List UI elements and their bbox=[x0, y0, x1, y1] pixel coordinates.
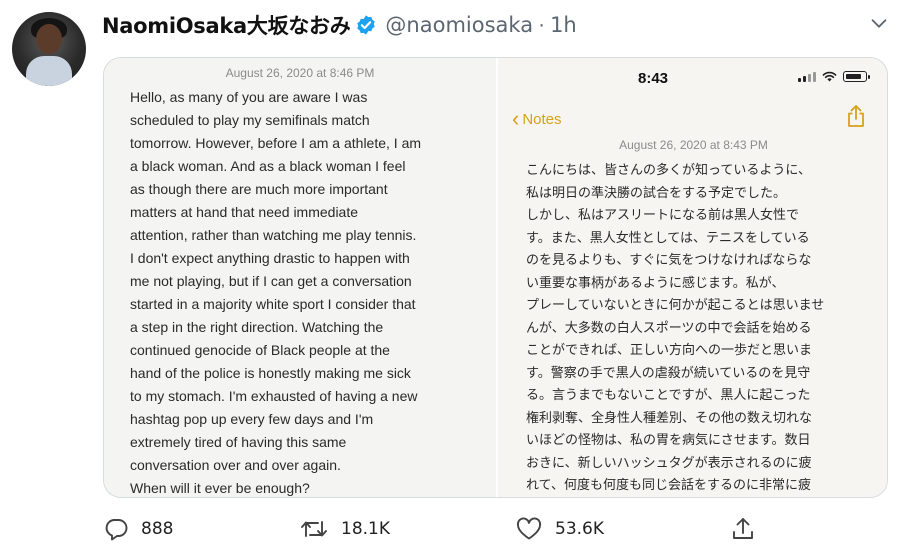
note-line: こんにちは、皆さんの多くが知っているように、 bbox=[526, 163, 811, 178]
tweet: NaomiOsaka大坂なおみ @naomiosaka · 1h August … bbox=[0, 0, 900, 560]
share-button[interactable] bbox=[731, 514, 755, 544]
note-line: continued genocide of Black people at th… bbox=[130, 342, 390, 358]
note-body-english: Hello, as many of you are aware I was sc… bbox=[130, 86, 482, 497]
note-line: hashtag pop up every few days and I'm bbox=[130, 411, 374, 427]
note-line: しかし、私はアスリートになる前は黒人女性で bbox=[526, 208, 800, 223]
note-line: る。言うまでもないことですが、黒人に起こった bbox=[526, 388, 811, 403]
notes-back-label: Notes bbox=[522, 110, 562, 128]
note-body-japanese: こんにちは、皆さんの多くが知っているように、 私は明日の準決勝の試合をする予定で… bbox=[526, 160, 866, 497]
note-line: のを見るよりも、すぐに気をつけなければならな bbox=[526, 253, 812, 268]
avatar-shirt bbox=[26, 56, 72, 86]
chevron-left-icon: ‹ bbox=[512, 106, 520, 131]
note-line: い重要な事柄があるように感じます。私が、 bbox=[526, 275, 785, 291]
note-line: as though there are much more important bbox=[130, 181, 388, 197]
status-bar-icons bbox=[798, 71, 870, 82]
note-line: す。また、黒人女性としては、テニスをしている bbox=[526, 230, 810, 246]
verified-badge-icon bbox=[357, 15, 376, 35]
note-line: conversation over and over again. bbox=[130, 457, 341, 473]
note-line: 権利剥奪、全身性人種差別、その他の数え切れな bbox=[526, 410, 813, 426]
note-line: おきに、新しいハッシュタグが表示されるのに疲 bbox=[526, 455, 812, 471]
note-line: attention, rather than watching me play … bbox=[130, 227, 417, 243]
note-line: matters at hand that need immediate bbox=[130, 204, 359, 220]
note-line: す。警察の手で黒人の虐殺が続いているのを見守 bbox=[526, 365, 811, 381]
reply-icon bbox=[105, 519, 128, 541]
note-line: a step in the right direction. Watching … bbox=[130, 319, 384, 335]
retweet-icon bbox=[301, 521, 327, 537]
reply-button[interactable]: 888 bbox=[103, 514, 173, 544]
timestamp[interactable]: 1h bbox=[550, 13, 577, 37]
note-line: a black woman. And as a black woman I fe… bbox=[130, 158, 406, 174]
note-line: Hello, as many of you are aware I was bbox=[130, 89, 368, 105]
note-line: んが、大多数の白人スポーツの中で会話を始める bbox=[526, 320, 812, 336]
note-date: August 26, 2020 at 8:43 PM bbox=[619, 138, 768, 152]
tweet-header: NaomiOsaka大坂なおみ @naomiosaka · 1h bbox=[102, 10, 577, 40]
share-icon[interactable] bbox=[846, 104, 866, 128]
note-line: me not playing, but if I can get a conve… bbox=[130, 273, 412, 289]
separator: · bbox=[538, 13, 546, 36]
note-line: to my stomach. I'm exhausted of having a… bbox=[130, 388, 418, 404]
chevron-down-icon[interactable] bbox=[868, 12, 890, 34]
like-button[interactable]: 53.6K bbox=[515, 514, 604, 544]
battery-icon bbox=[843, 71, 870, 82]
note-line: 私は明日の準決勝の試合をする予定でした。 bbox=[526, 185, 787, 201]
tweet-actions: 888 18.1K 53.6K bbox=[103, 514, 888, 544]
upload-share-icon bbox=[733, 518, 753, 539]
note-line: When will it ever be enough? bbox=[130, 480, 310, 496]
note-line: tomorrow. However, before I am a athlete… bbox=[130, 135, 422, 151]
retweet-button[interactable]: 18.1K bbox=[299, 514, 390, 544]
notes-back-button[interactable]: ‹ Notes bbox=[512, 108, 562, 130]
note-line: ことができれば、正しい方向への一歩だと思いま bbox=[526, 343, 813, 358]
handle[interactable]: @naomiosaka bbox=[385, 13, 533, 37]
retweet-count: 18.1K bbox=[341, 519, 390, 539]
reply-count: 888 bbox=[141, 519, 174, 539]
tweet-media[interactable]: August 26, 2020 at 8:46 PM Hello, as man… bbox=[103, 57, 888, 498]
wifi-icon bbox=[822, 71, 837, 82]
note-screenshot-japanese: 8:43 ‹ Notes August 26, 2020 at 8:43 PM … bbox=[498, 58, 887, 497]
heart-icon bbox=[517, 517, 541, 540]
note-line: hand of the police is honestly making me… bbox=[130, 365, 411, 381]
cellular-signal-icon bbox=[798, 71, 816, 82]
note-line: れて、何度も何度も同じ会話をするのに非常に疲 bbox=[526, 478, 811, 493]
note-screenshot-english: August 26, 2020 at 8:46 PM Hello, as man… bbox=[104, 58, 496, 497]
note-line: started in a majority white sport I cons… bbox=[130, 296, 416, 312]
display-name[interactable]: NaomiOsaka大坂なおみ bbox=[102, 10, 351, 40]
note-line: いほどの怪物は、私の胃を病気にさせます。数日 bbox=[526, 433, 811, 448]
like-count: 53.6K bbox=[555, 519, 604, 539]
status-bar-time: 8:43 bbox=[638, 70, 669, 87]
avatar[interactable] bbox=[12, 12, 86, 86]
note-line: scheduled to play my semifinals match bbox=[130, 112, 370, 128]
note-line: プレーしていないときに何かが起こるとは思いませ bbox=[526, 298, 825, 313]
avatar-head bbox=[36, 24, 62, 54]
note-line: I don't expect anything drastic to happe… bbox=[130, 250, 410, 266]
note-date: August 26, 2020 at 8:46 PM bbox=[225, 66, 375, 80]
note-line: extremely tired of having this same bbox=[130, 434, 347, 450]
